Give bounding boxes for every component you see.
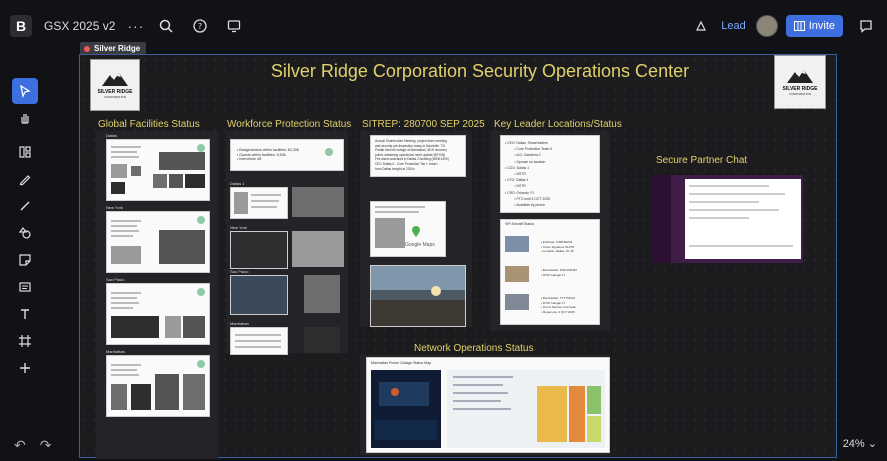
aircraft-item-2: • Bombardier: DSK44FN32 • DTW: Hangar 17 [541,268,577,277]
select-tool-icon[interactable] [12,78,38,104]
frame-title: Silver Ridge Corporation Security Operat… [270,61,690,81]
corp-logo-sub: CORPORATION [788,92,812,96]
templates-icon[interactable] [12,139,38,165]
present-icon[interactable] [222,14,246,38]
chat-screenshot[interactable] [651,175,803,263]
aircraft-card[interactable]: VIP Aircraft Status • Embraer: SJ9RTE034… [500,219,600,325]
sitrep-text-card[interactable]: Annual Shareholder Meeting: project team… [370,135,466,177]
chat-title: Secure Partner Chat [656,155,748,166]
board-frame[interactable]: Silver Ridge Corporation Security Operat… [79,54,837,459]
top-left-group: B GSX 2025 v2 ··· ? [10,10,246,42]
svg-text:?: ? [198,22,202,31]
workforce-photo-manhattan[interactable] [304,327,340,353]
aircraft-item-3: • Bombardier: TT7YNF34 • DTW: Hangar 17 … [541,296,576,314]
workforce-summary-card[interactable]: • Badge/visitors within facilities: 62,3… [230,139,344,171]
pen-icon[interactable] [12,166,38,192]
aircraft-header: VIP Aircraft Status [505,222,535,226]
corp-logo-sub: CORPORATION [103,95,127,99]
leaders-text: • CEO: Dallas, Shareholders • Core Prote… [505,141,553,208]
workforce-label-saopaulo: Sao Paulo [230,269,249,274]
undo-redo-group: ↶ ↷ [14,437,51,454]
text-icon[interactable] [12,301,38,327]
map-pin-icon [412,226,420,237]
facility-card-dallas[interactable] [106,139,210,201]
workforce-card-dallas[interactable] [230,187,288,219]
facility-card-saopaulo[interactable] [106,283,210,345]
app-logo[interactable]: B [10,15,32,37]
search-icon[interactable] [154,14,178,38]
card-icon[interactable] [12,274,38,300]
top-right-group: Lead Invite [679,10,877,42]
frame-label-text: Silver Ridge [94,44,141,53]
frame-dot-icon [84,45,90,52]
help-icon[interactable]: ? [188,14,212,38]
people-icon [793,21,805,31]
workforce-photo-newyork[interactable] [292,231,344,267]
sticky-note-icon[interactable] [12,247,38,273]
leaders-text-card[interactable]: • CEO: Dallas, Shareholders • Core Prote… [500,135,600,213]
network-title: Network Operations Status [414,343,534,354]
sitrep-text: Annual Shareholder Meeting: project team… [375,139,449,171]
workforce-label-dallas: Dallas 1 [230,181,245,186]
more-options-icon[interactable]: ··· [127,18,144,34]
avatar[interactable] [755,15,778,37]
workforce-card-saopaulo[interactable] [230,275,288,315]
mountain-icon [787,70,813,83]
network-card[interactable]: Manhattan Power Outage Status Map [366,357,610,453]
status-dot [325,148,333,156]
workforce-label-newyork: New York [230,225,247,230]
workforce-label-manhattan: Manhattan [230,321,249,326]
lead-button[interactable]: Lead [721,20,745,32]
facility-card-manhattan[interactable] [106,355,210,417]
facility-card-newyork[interactable] [106,211,210,273]
facility-label-dallas: Dallas [106,133,118,138]
shapes-icon[interactable] [12,220,38,246]
facility-label-newyork: New York [106,205,123,210]
corp-logo-right[interactable]: SILVER RIDGE CORPORATION [774,55,826,109]
facility-label-manhattan: Manhattan [106,349,125,354]
facilities-title: Global Facilities Status [98,119,200,130]
add-icon[interactable] [12,355,38,381]
chevron-down-icon: ⌄ [867,438,877,450]
board-title[interactable]: GSX 2025 v2 [44,19,115,33]
redo-icon[interactable]: ↷ [40,437,52,454]
undo-icon[interactable]: ↶ [14,437,26,454]
sitrep-title: SITREP: 280700 SEP 2025 [362,119,485,130]
corp-logo-left[interactable]: SILVER RIDGE CORPORATION [90,59,140,111]
status-dot [197,144,205,152]
left-toolbar [10,78,40,382]
status-dot [197,216,205,224]
aircraft-item-1: • Embraer: SJ9RTE034 • Crew: Signature W… [541,240,575,254]
workforce-card-manhattan[interactable] [230,327,288,355]
network-card-title: Manhattan Power Outage Status Map [371,361,432,365]
sitrep-map-card[interactable]: Google Maps [370,201,446,257]
workforce-photo-saopaulo[interactable] [304,275,340,313]
hand-tool-icon[interactable] [12,105,38,131]
invite-button[interactable]: Invite [785,15,843,37]
facility-label-saopaulo: Sao Paulo [106,277,125,282]
status-dot [197,360,205,368]
comment-icon[interactable] [855,15,877,37]
workforce-card-newyork[interactable] [230,231,288,269]
status-dot [197,288,205,296]
frame-icon[interactable] [12,328,38,354]
line-icon[interactable] [12,193,38,219]
top-bar: B GSX 2025 v2 ··· ? Lead Invite [0,10,887,42]
mountain-icon [102,73,128,86]
workforce-summary-text: • Badge/visitors within facilities: 62,3… [237,148,299,162]
workforce-title: Workforce Protection Status [227,119,352,130]
zoom-level: 24% [842,438,865,450]
workforce-photo-dallas[interactable] [292,187,344,217]
leaders-title: Key Leader Locations/Status [494,119,622,130]
google-maps-label: Google Maps [405,242,435,248]
reactions-icon[interactable] [689,14,713,38]
zoom-control[interactable]: 24% ⌄ [843,437,877,450]
sitrep-photo-card[interactable] [370,265,466,327]
invite-label: Invite [808,20,835,32]
